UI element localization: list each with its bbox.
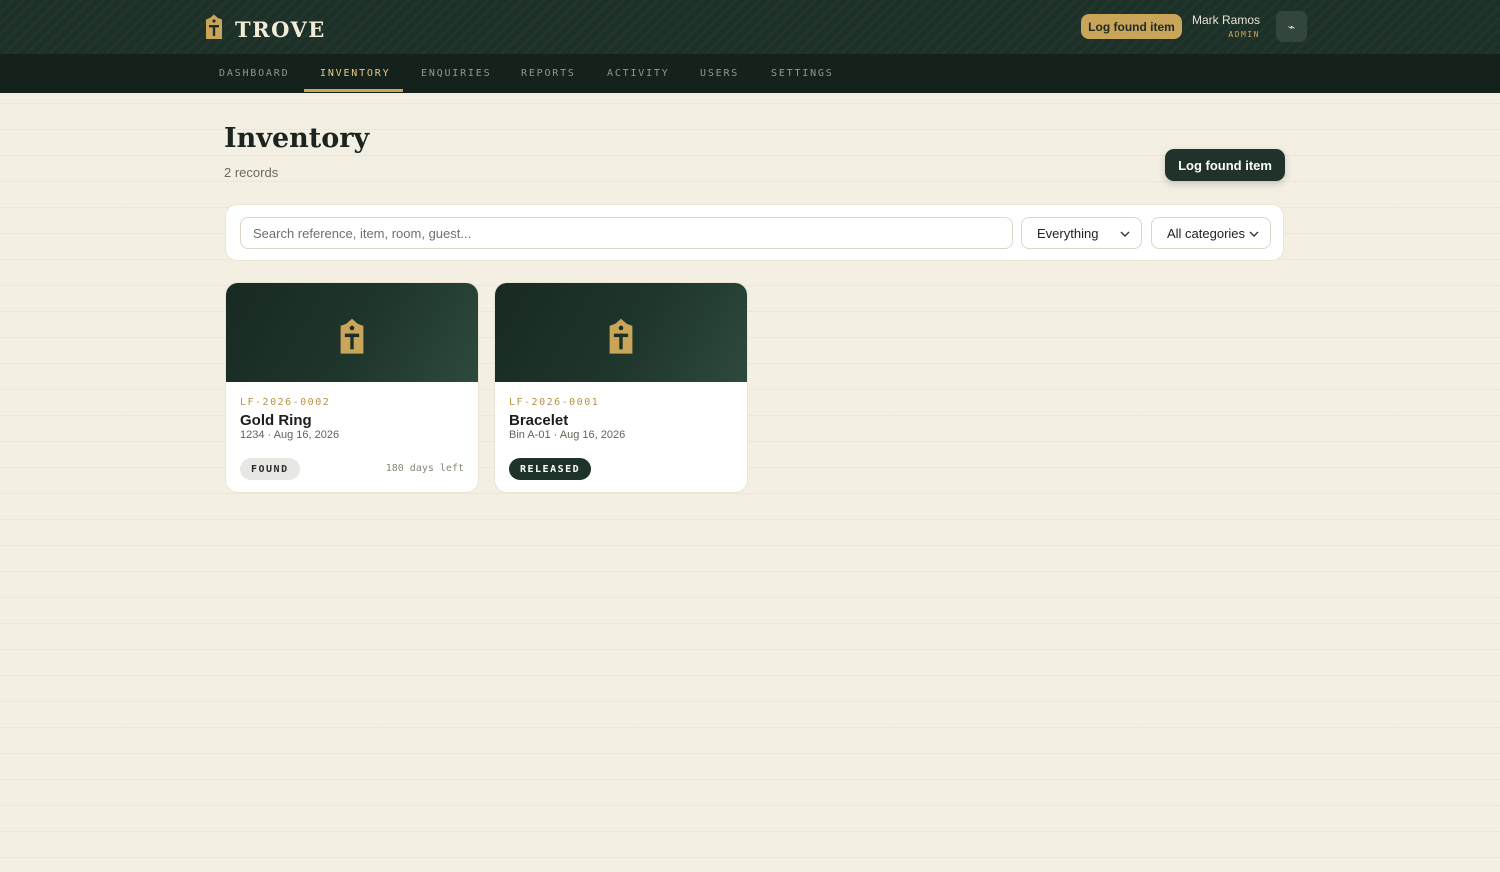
- days-left: 180 days left: [385, 463, 464, 474]
- brand-name: TROVE: [235, 17, 326, 42]
- nav-tab-activity[interactable]: ACTIVITY: [607, 54, 670, 93]
- card-image: [495, 283, 747, 382]
- log-found-item-button[interactable]: Log found item: [1165, 149, 1285, 181]
- header-log-found-item-button[interactable]: Log found item: [1081, 14, 1182, 39]
- tag-icon: [205, 14, 223, 45]
- user-name: Mark Ramos: [1191, 13, 1260, 27]
- record-count: 2 records: [224, 165, 279, 180]
- nav-tab-enquiries[interactable]: ENQUIRIES: [421, 54, 491, 93]
- nav-tab-inventory[interactable]: INVENTORY: [320, 54, 390, 93]
- top-header: TROVE Log found item Mark Ramos ADMIN ⌁: [0, 0, 1500, 54]
- category-filter-select[interactable]: All categories: [1151, 217, 1271, 249]
- card-reference: LF-2026-0001: [509, 397, 600, 408]
- page-title: Inventory: [224, 123, 370, 154]
- card-meta: Bin A-01 · Aug 16, 2026: [509, 429, 626, 441]
- nav-tab-reports[interactable]: REPORTS: [521, 54, 576, 93]
- card-title: Gold Ring: [240, 412, 312, 429]
- search-input[interactable]: [240, 217, 1013, 249]
- brand[interactable]: TROVE: [205, 14, 326, 45]
- nav-tab-dashboard[interactable]: DASHBOARD: [219, 54, 289, 93]
- item-card[interactable]: LF-2026-0001 Bracelet Bin A-01 · Aug 16,…: [494, 282, 748, 493]
- status-filter-select[interactable]: Everything: [1021, 217, 1142, 249]
- chevron-down-icon: [1119, 228, 1131, 243]
- main-nav: DASHBOARD INVENTORY ENQUIRIES REPORTS AC…: [0, 54, 1500, 93]
- tag-icon: [338, 318, 366, 360]
- card-meta: 1234 · Aug 16, 2026: [240, 429, 340, 441]
- active-tab-indicator: [304, 89, 403, 92]
- category-filter-value: All categories: [1167, 225, 1246, 241]
- card-image: [226, 283, 478, 382]
- tag-icon: [607, 318, 635, 360]
- nav-tab-settings[interactable]: SETTINGS: [771, 54, 834, 93]
- user-info: Mark Ramos ADMIN: [1190, 13, 1260, 39]
- nav-tab-users[interactable]: USERS: [700, 54, 739, 93]
- status-filter-value: Everything: [1037, 225, 1099, 241]
- user-role: ADMIN: [1228, 30, 1260, 39]
- status-badge: FOUND: [240, 458, 300, 480]
- user-menu-icon: ⌁: [1287, 19, 1296, 34]
- user-menu-button[interactable]: ⌁: [1276, 11, 1307, 42]
- card-title: Bracelet: [509, 412, 569, 429]
- item-card[interactable]: LF-2026-0002 Gold Ring 1234 · Aug 16, 20…: [225, 282, 479, 493]
- card-reference: LF-2026-0002: [240, 397, 331, 408]
- status-badge: RELEASED: [509, 458, 592, 480]
- filter-panel: Everything All categories: [225, 204, 1284, 261]
- chevron-down-icon: [1248, 228, 1260, 243]
